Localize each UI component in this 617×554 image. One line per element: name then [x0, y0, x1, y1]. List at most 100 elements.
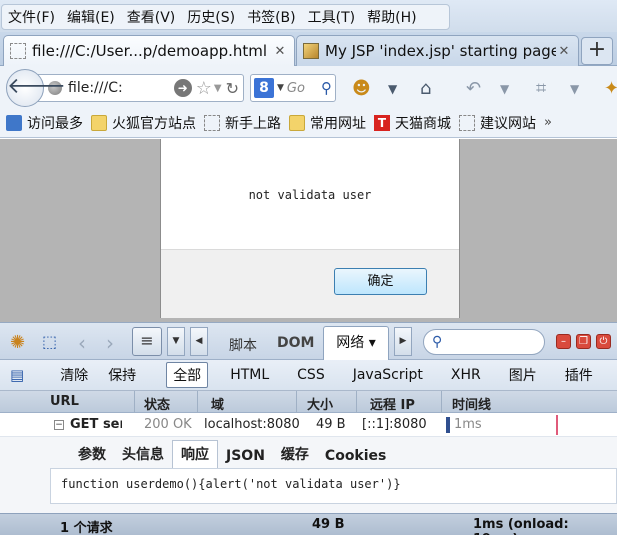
firebug-search-input[interactable]: ⚲ [423, 329, 545, 355]
screenshot-icon[interactable]: ⌗ [536, 78, 546, 99]
filter-all[interactable]: 全部 [166, 362, 209, 388]
net-settings-icon[interactable]: ▤ [10, 366, 24, 384]
bookmarks-bar: 访问最多 火狐官方站点 新手上路 常用网址 T 天猫商城 建议网站 » [0, 108, 617, 138]
power-icon[interactable]: ⏻ [596, 334, 611, 349]
reload-icon[interactable]: ↻ [226, 79, 239, 98]
bookmarks-overflow-icon[interactable]: » [544, 115, 552, 130]
bookmark-suggested-sites[interactable]: 建议网站 [459, 113, 536, 133]
request-url[interactable]: GET ser [70, 417, 122, 432]
detach-icon[interactable]: ❐ [576, 334, 591, 349]
tab-json[interactable]: JSON [218, 445, 273, 468]
new-tab-button[interactable]: + [581, 37, 613, 65]
jsp-favicon-icon [303, 43, 319, 59]
search-engine-dropdown-icon[interactable]: ▼ [277, 83, 284, 93]
tab-params[interactable]: 参数 [70, 441, 114, 468]
menu-bar-items: 文件(F) 编辑(E) 查看(V) 历史(S) 书签(B) 工具(T) 帮助(H… [1, 4, 450, 30]
alert-footer: 确定 [161, 249, 459, 318]
tab-cache[interactable]: 缓存 [273, 441, 317, 468]
bookmark-star-icon[interactable]: ☆ [196, 78, 212, 99]
request-remote-ip: [::1]:8080 [362, 417, 427, 432]
request-domain: localhost:8080 [204, 417, 300, 432]
search-bar[interactable]: 8 ▼ Go ⚲ [250, 74, 336, 102]
net-column-header: URL 状态 域 大小 远程 IP 时间线 [0, 391, 617, 413]
panel-menu-button[interactable]: ▼ [167, 327, 185, 356]
ok-button[interactable]: 确定 [334, 268, 427, 295]
menu-history[interactable]: 历史(S) [187, 7, 235, 27]
menu-help[interactable]: 帮助(H) [367, 7, 416, 27]
column-url[interactable]: URL [50, 394, 79, 409]
clear-button[interactable]: 清除 [54, 363, 94, 387]
tab-index-jsp[interactable]: My JSP 'index.jsp' starting page ✕ [296, 35, 579, 66]
go-arrow-icon[interactable]: ➜ [173, 79, 192, 97]
screenshot-dropdown-icon[interactable]: ▼ [570, 82, 579, 96]
menu-bookmarks[interactable]: 书签(B) [247, 7, 296, 27]
request-row[interactable]: − GET ser 200 OK localhost:8080 49 B [::… [0, 413, 617, 437]
back-button[interactable]: 🡐 [6, 69, 66, 107]
forward-chevron-icon[interactable]: › [106, 331, 114, 355]
url-text[interactable]: file:///C: [68, 80, 174, 96]
bookmark-getting-started[interactable]: 新手上路 [204, 113, 281, 133]
chevron-right-icon: ▶ [399, 336, 407, 346]
alert-message: not validata user [248, 188, 372, 202]
request-size: 49 B [316, 417, 346, 432]
search-input[interactable]: Go [287, 81, 321, 96]
addon-emoticon-icon[interactable]: ☻ [352, 78, 371, 99]
collapse-toggle-icon[interactable]: − [54, 420, 64, 430]
home-icon[interactable]: ⌂ [420, 78, 431, 99]
detail-tabs: 参数 头信息 响应 JSON 缓存 Cookies [70, 440, 394, 468]
navigation-bar: file:///C: ➜ ☆ ▼ ↻ 🡐 8 ▼ Go ⚲ ☻ ▼ ⌂ ↶ ▼ … [0, 66, 617, 108]
bookmark-common-sites[interactable]: 常用网址 [289, 113, 366, 133]
column-divider [134, 391, 135, 413]
addon-dropdown-icon[interactable]: ▼ [388, 82, 397, 96]
close-tab-icon[interactable]: ✕ [272, 44, 288, 59]
minimize-icon[interactable]: – [556, 334, 571, 349]
bookmark-label: 建议网站 [480, 115, 536, 132]
bookmark-tmall[interactable]: T 天猫商城 [374, 113, 451, 133]
search-engine-icon[interactable]: 8 [254, 78, 274, 98]
bookmark-label: 访问最多 [27, 115, 83, 132]
filter-css[interactable]: CSS [291, 365, 331, 385]
tab-response[interactable]: 响应 [172, 440, 218, 468]
column-remote-ip[interactable]: 远程 IP [370, 394, 415, 413]
close-tab-icon[interactable]: ✕ [556, 44, 572, 59]
filter-xhr[interactable]: XHR [445, 365, 487, 385]
command-line-button[interactable]: ≡ [132, 327, 162, 356]
filter-images[interactable]: 图片 [503, 363, 543, 387]
persist-button[interactable]: 保持 [102, 363, 142, 387]
firebug-icon[interactable]: ✺ [10, 332, 36, 353]
panel-scroll-right-button[interactable]: ▶ [394, 327, 412, 356]
column-timeline[interactable]: 时间线 [452, 394, 491, 413]
filter-html[interactable]: HTML [224, 365, 275, 385]
tab-dom[interactable]: DOM [277, 335, 314, 351]
tab-title: My JSP 'index.jsp' starting page [325, 42, 556, 60]
column-domain[interactable]: 域 [211, 394, 224, 413]
filter-javascript[interactable]: JavaScript [347, 365, 429, 385]
inspect-icon[interactable]: ⬚ [42, 332, 64, 352]
menu-tools[interactable]: 工具(T) [308, 7, 355, 27]
menu-file[interactable]: 文件(F) [8, 7, 55, 27]
column-size[interactable]: 大小 [307, 394, 333, 413]
url-bar[interactable]: file:///C: ➜ ☆ ▼ ↻ [38, 74, 244, 102]
tab-script[interactable]: 脚本 [229, 335, 257, 355]
bookmark-firefox-site[interactable]: 火狐官方站点 [91, 113, 196, 133]
tab-net[interactable]: 网络 ▾ [323, 326, 389, 361]
column-status[interactable]: 状态 [144, 394, 170, 413]
undo-icon[interactable]: ↶ [466, 78, 481, 99]
column-divider [441, 391, 442, 413]
column-divider [296, 391, 297, 413]
filter-plugins[interactable]: 插件 [559, 363, 599, 387]
panel-scroll-left-button[interactable]: ◀ [190, 327, 208, 356]
onload-marker [556, 415, 558, 435]
url-dropdown-icon[interactable]: ▼ [214, 83, 222, 94]
tab-demoapp[interactable]: file:///C:/User...p/demoapp.html ✕ [3, 35, 295, 66]
back-chevron-icon[interactable]: ‹ [78, 331, 86, 355]
extension-icon[interactable]: ✦ [604, 78, 617, 99]
undo-dropdown-icon[interactable]: ▼ [500, 82, 509, 96]
tab-headers[interactable]: 头信息 [114, 441, 172, 468]
magnifier-icon[interactable]: ⚲ [321, 79, 332, 97]
net-filter-bar: ▤ 清除 保持 全部 HTML CSS JavaScript XHR 图片 插件… [0, 360, 617, 391]
menu-view[interactable]: 查看(V) [127, 7, 176, 27]
tab-cookies[interactable]: Cookies [317, 445, 394, 468]
bookmark-most-visited[interactable]: 访问最多 [6, 113, 83, 133]
menu-edit[interactable]: 编辑(E) [67, 7, 115, 27]
